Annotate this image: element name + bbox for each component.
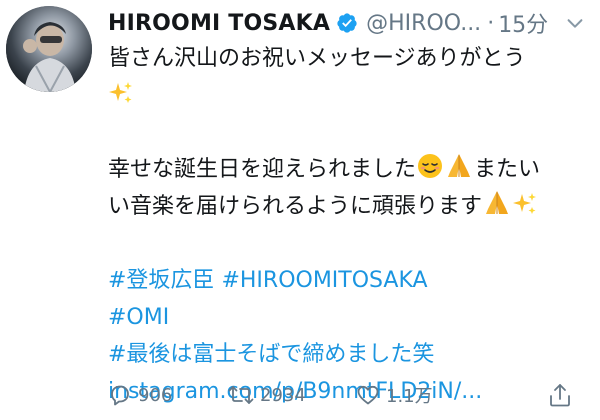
relieved-face-icon bbox=[418, 154, 443, 178]
avatar-image bbox=[6, 6, 92, 92]
text-line: 皆さん沢山のお祝いメッセージありがとう bbox=[108, 40, 594, 77]
reply-button[interactable]: 906 bbox=[108, 383, 228, 407]
folded-hands-icon bbox=[486, 191, 509, 214]
tweet-actions: 906 2934 1.1万 bbox=[108, 380, 588, 410]
hashtag-link[interactable]: #OMI bbox=[108, 305, 169, 330]
reply-icon bbox=[111, 385, 129, 406]
hashtag-link[interactable]: #登坂広臣 bbox=[108, 268, 214, 293]
hashtag-link[interactable]: #最後は富士そばで締めました笑 bbox=[108, 342, 434, 367]
hashtag-link[interactable]: #HIROOMITOSAKA bbox=[221, 268, 427, 293]
folded-hands-icon bbox=[448, 154, 471, 177]
like-count: 1.1万 bbox=[386, 386, 433, 407]
text-line: #最後は富士そばで締めました笑 bbox=[108, 336, 594, 373]
text-line: #登坂広臣 #HIROOMITOSAKA bbox=[108, 262, 594, 299]
text-line bbox=[108, 77, 594, 114]
tweet-header: HIROOMI TOSAKA @HIROO... · 15分 bbox=[108, 6, 548, 40]
verified-badge-icon bbox=[337, 13, 357, 33]
retweet-button[interactable]: 2934 bbox=[228, 383, 356, 407]
text-line: い音楽を届けられるように頑張ります bbox=[108, 188, 594, 225]
share-icon bbox=[550, 384, 570, 407]
share-button[interactable] bbox=[548, 382, 588, 408]
retweet-count: 2934 bbox=[260, 384, 306, 406]
text-line: #OMI bbox=[108, 299, 594, 336]
heart-icon bbox=[357, 385, 379, 405]
avatar[interactable] bbox=[6, 6, 92, 92]
retweet-icon bbox=[228, 386, 254, 404]
handle[interactable]: @HIROO... bbox=[366, 11, 481, 36]
sparkles-icon bbox=[513, 193, 537, 214]
time-separator: · bbox=[487, 10, 495, 36]
reply-count: 906 bbox=[138, 384, 173, 406]
text-line: 幸せな誕生日を迎えられました またい bbox=[108, 151, 594, 188]
text-segment: またい bbox=[474, 157, 541, 182]
sparkles-icon bbox=[109, 82, 132, 103]
text-segment: い音楽を届けられるように頑張ります bbox=[108, 194, 483, 219]
display-name[interactable]: HIROOMI TOSAKA bbox=[108, 11, 330, 36]
chevron-down-icon[interactable] bbox=[564, 12, 586, 34]
tweet-text: 皆さん沢山のお祝いメッセージありがとう 幸せな誕生日を迎えられました またい い… bbox=[108, 40, 594, 410]
like-button[interactable]: 1.1万 bbox=[356, 382, 488, 408]
text-segment: 幸せな誕生日を迎えられました bbox=[108, 157, 417, 182]
tweet[interactable]: HIROOMI TOSAKA @HIROO... · 15分 皆さん沢山のお祝い… bbox=[0, 0, 600, 420]
timestamp[interactable]: 15分 bbox=[498, 7, 548, 39]
text-segment: 皆さん沢山のお祝いメッセージありがとう bbox=[108, 46, 526, 71]
